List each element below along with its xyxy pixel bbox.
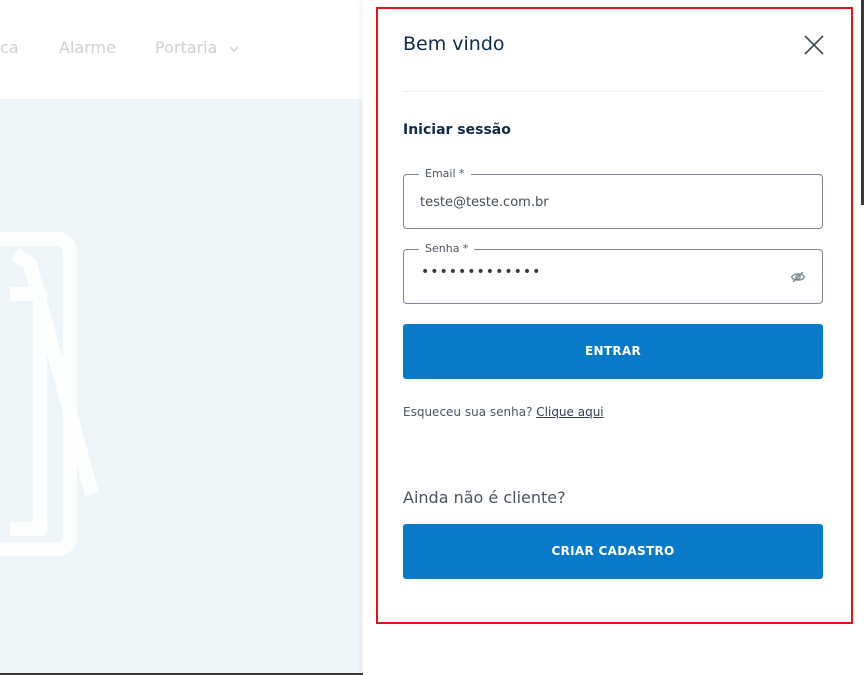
modal-title: Bem vindo xyxy=(403,33,505,55)
email-field[interactable]: Email * xyxy=(403,167,823,229)
forgot-password: Esqueceu sua senha? Clique aqui xyxy=(403,405,604,419)
background-nav: ca Alarme Portaria xyxy=(0,38,362,62)
password-input[interactable]: ••••••••••••• xyxy=(421,264,541,280)
password-label: Senha * xyxy=(419,242,475,255)
section-title: Iniciar sessão xyxy=(403,122,511,138)
nav-item-alarme[interactable]: Alarme xyxy=(59,38,116,57)
eye-off-icon[interactable] xyxy=(790,270,806,284)
nav-item-portaria[interactable]: Portaria xyxy=(155,38,217,57)
close-icon xyxy=(804,35,824,55)
header-divider xyxy=(403,91,823,92)
chevron-down-icon xyxy=(229,46,239,53)
email-input[interactable] xyxy=(420,191,780,213)
device-illustration xyxy=(0,232,99,556)
email-label: Email * xyxy=(419,167,471,180)
forgot-password-link[interactable]: Clique aqui xyxy=(536,405,603,419)
login-button[interactable]: ENTRAR xyxy=(403,324,823,379)
nav-item-partial[interactable]: ca xyxy=(0,38,19,57)
signup-button[interactable]: CRIAR CADASTRO xyxy=(403,524,823,579)
background-hero xyxy=(0,99,362,675)
forgot-password-text: Esqueceu sua senha? xyxy=(403,405,533,419)
close-button[interactable] xyxy=(801,32,827,58)
not-client-text: Ainda não é cliente? xyxy=(403,488,566,507)
password-field[interactable]: Senha * ••••••••••••• xyxy=(403,242,823,304)
